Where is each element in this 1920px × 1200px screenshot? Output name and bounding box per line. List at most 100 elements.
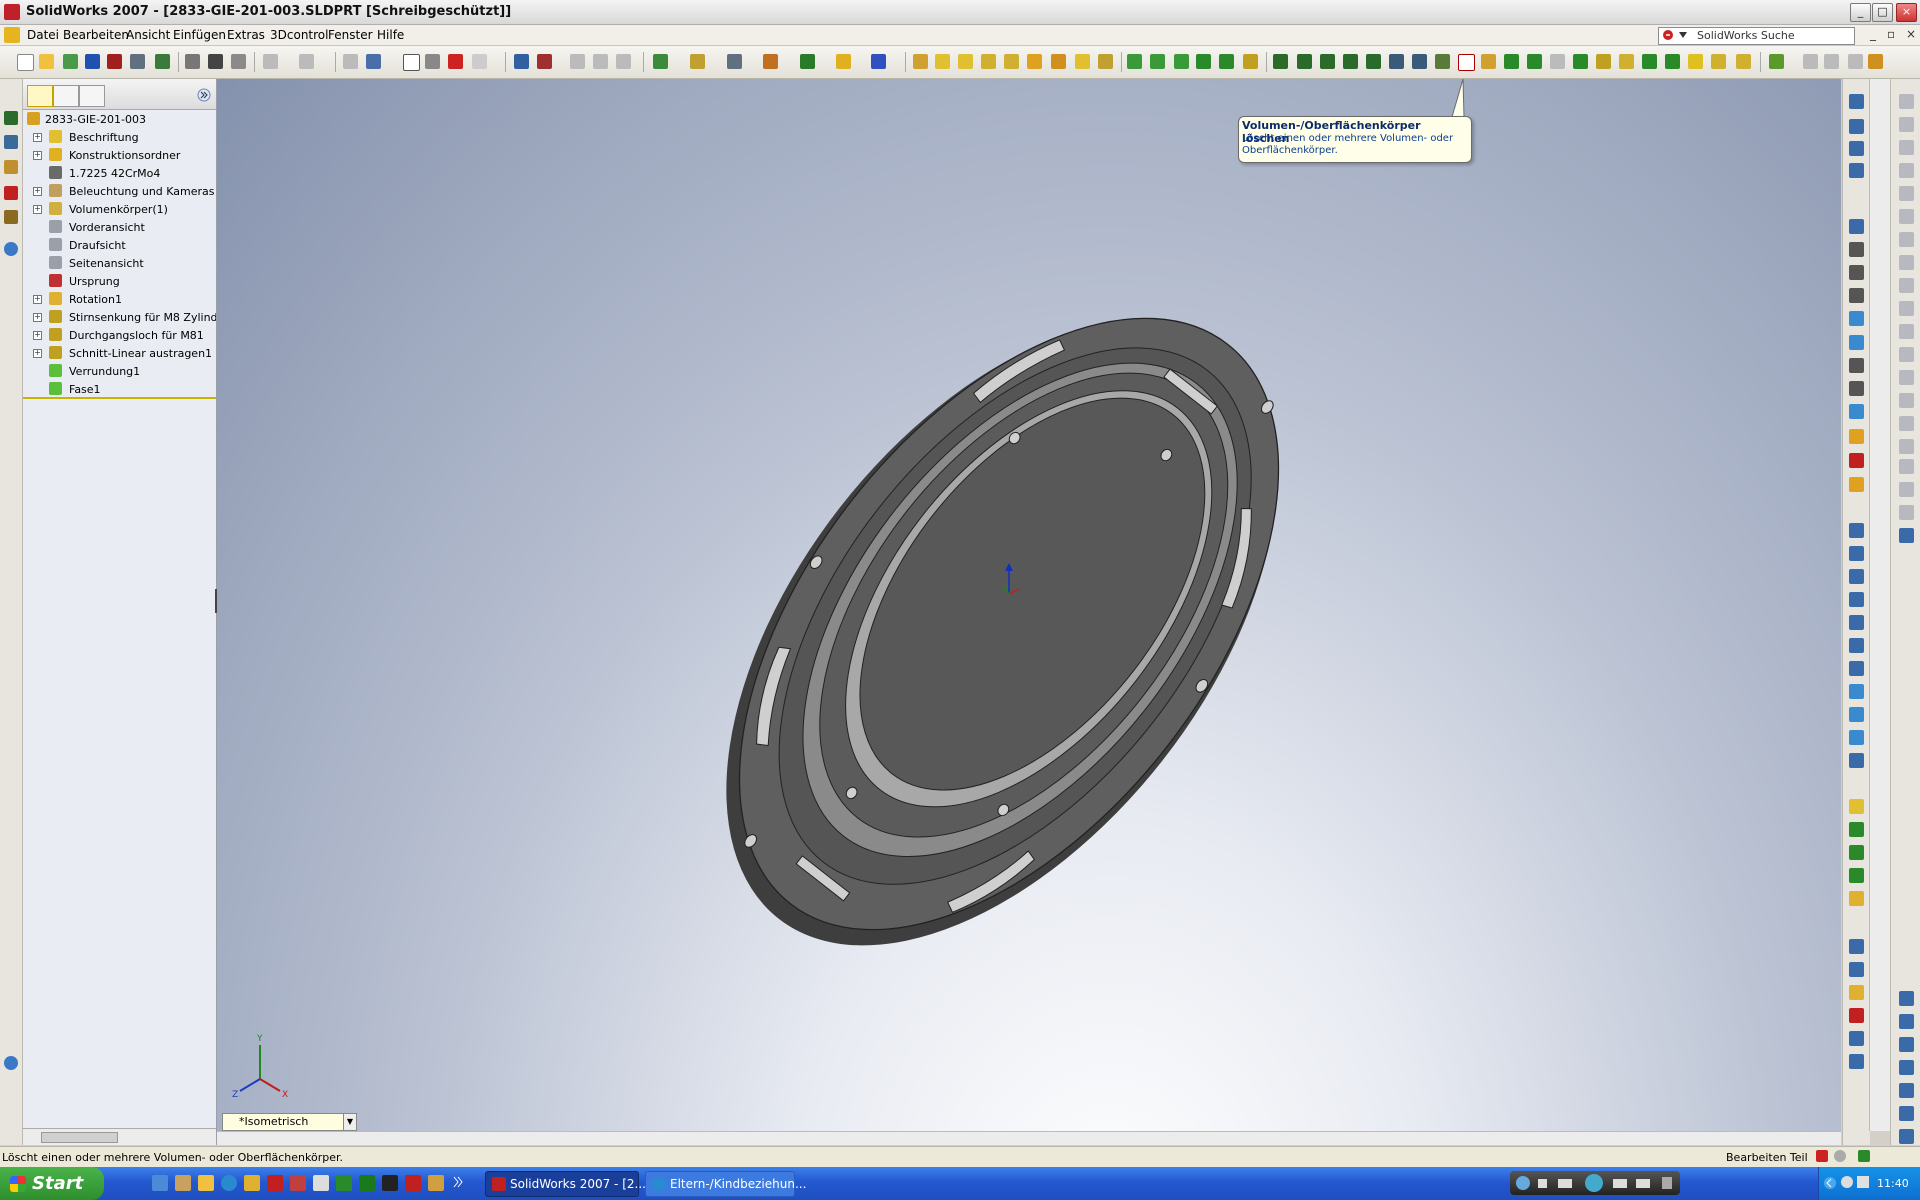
- sweep-icon[interactable]: [981, 54, 996, 69]
- scale-icon[interactable]: [1243, 54, 1258, 69]
- graphics-horizontal-scrollbar[interactable]: [217, 1131, 1841, 1145]
- sketch-tool-icon[interactable]: [1899, 278, 1914, 293]
- sketch-tool-icon[interactable]: [1899, 232, 1914, 247]
- sketch-tool-icon[interactable]: [1899, 1060, 1914, 1075]
- expand-toggle-icon[interactable]: +: [33, 187, 42, 196]
- dropdown-arrow-icon[interactable]: ▼: [343, 1113, 357, 1131]
- view-tool-icon[interactable]: [1849, 429, 1864, 444]
- view-tool-icon[interactable]: [1849, 288, 1864, 303]
- view-palette-icon[interactable]: [4, 210, 18, 224]
- sort-asc-icon[interactable]: [593, 54, 608, 69]
- view-tool-icon[interactable]: [1849, 569, 1864, 584]
- tab-configuration-manager[interactable]: [79, 85, 105, 107]
- open-icon[interactable]: [39, 54, 54, 69]
- quicklaunch-doc-icon[interactable]: [313, 1175, 329, 1191]
- view-tool-icon[interactable]: [1849, 684, 1864, 699]
- tree-item[interactable]: + Beschriftung: [23, 128, 216, 146]
- tree-item[interactable]: Fase1: [23, 380, 216, 398]
- stop-icon[interactable]: [1538, 1179, 1547, 1188]
- hide-show-icon[interactable]: [727, 54, 742, 69]
- start-button[interactable]: Start: [0, 1167, 104, 1200]
- table-pattern-icon[interactable]: [1389, 54, 1404, 69]
- restore-player-icon[interactable]: [1662, 1177, 1672, 1189]
- expand-toggle-icon[interactable]: +: [33, 313, 42, 322]
- home-icon[interactable]: [4, 111, 18, 125]
- menu-3dcontrol[interactable]: 3Dcontrol: [270, 28, 328, 42]
- expand-toggle-icon[interactable]: +: [33, 133, 42, 142]
- mirror-icon[interactable]: [1320, 54, 1335, 69]
- chevron-left-icon[interactable]: [1823, 1176, 1837, 1190]
- window-layout-icon[interactable]: [366, 54, 381, 69]
- flex-icon[interactable]: [1219, 54, 1234, 69]
- solidworks-app-icon[interactable]: [4, 4, 20, 20]
- circular-pattern-icon[interactable]: [1297, 54, 1312, 69]
- view-tool-icon[interactable]: [1849, 985, 1864, 1000]
- sketch-tool-icon[interactable]: [1899, 324, 1914, 339]
- tree-item[interactable]: + Beleuchtung und Kameras: [23, 182, 216, 200]
- view-tool-icon[interactable]: [1849, 119, 1864, 134]
- view-tool-icon[interactable]: [1849, 891, 1864, 906]
- expand-toggle-icon[interactable]: +: [33, 331, 42, 340]
- solidworks-menu-icon[interactable]: [4, 27, 20, 43]
- media-player-bar[interactable]: [1510, 1171, 1680, 1195]
- options-icon[interactable]: [130, 54, 145, 69]
- extrude-icon[interactable]: [935, 54, 950, 69]
- sketch-tool-icon[interactable]: [1899, 505, 1914, 520]
- axis-ref-icon[interactable]: [1848, 54, 1863, 69]
- tree-item[interactable]: + Schnitt-Linear austragen1: [23, 344, 216, 362]
- doc-restore-button[interactable]: ▫: [1887, 27, 1895, 41]
- quicklaunch-ie-icon[interactable]: [152, 1175, 168, 1191]
- view-tool-icon[interactable]: [1849, 453, 1864, 468]
- maximize-button[interactable]: □: [1872, 3, 1893, 22]
- graphics-area[interactable]: Y X Z *Isometrisch ▼: [217, 79, 1841, 1145]
- tree-item[interactable]: Seitenansicht: [23, 254, 216, 272]
- new-icon[interactable]: [17, 54, 34, 71]
- reference-icon[interactable]: [1803, 54, 1818, 69]
- redo-icon[interactable]: [299, 54, 314, 69]
- sketch-tool-icon[interactable]: [1899, 416, 1914, 431]
- render-icon[interactable]: [107, 54, 122, 69]
- quicklaunch-folder-icon[interactable]: [198, 1175, 214, 1191]
- indent-icon[interactable]: [1550, 54, 1565, 69]
- chamfer-icon[interactable]: [1051, 54, 1066, 69]
- view-tool-icon[interactable]: [1849, 163, 1864, 178]
- knit-icon[interactable]: [1642, 54, 1657, 69]
- fill-pattern-icon[interactable]: [1412, 54, 1427, 69]
- graphics-vertical-scrollbar[interactable]: [1869, 79, 1890, 1131]
- file-explorer-icon[interactable]: [4, 186, 18, 200]
- rollback-bar[interactable]: [23, 397, 216, 399]
- sketch-tool-icon[interactable]: [1899, 1014, 1914, 1029]
- tree-item[interactable]: Vorderansicht: [23, 218, 216, 236]
- quicklaunch-tools-icon[interactable]: [175, 1175, 191, 1191]
- menu-hilfe[interactable]: Hilfe: [377, 28, 404, 42]
- offset-surface-icon[interactable]: [1619, 54, 1634, 69]
- thicken-icon[interactable]: [1596, 54, 1611, 69]
- expand-toggle-icon[interactable]: +: [33, 205, 42, 214]
- menu-bearbeiten[interactable]: Bearbeiten: [63, 28, 129, 42]
- quicklaunch-browser-icon[interactable]: [221, 1175, 237, 1191]
- trim-surface-icon[interactable]: [1688, 54, 1703, 69]
- split-icon[interactable]: [1481, 54, 1496, 69]
- menu-datei[interactable]: Datei: [27, 28, 59, 42]
- print-preview-icon[interactable]: [231, 54, 246, 69]
- view-tool-icon[interactable]: [1849, 661, 1864, 676]
- tree-item[interactable]: + Rotation1: [23, 290, 216, 308]
- curve-pattern-icon[interactable]: [1343, 54, 1358, 69]
- expand-toggle-icon[interactable]: +: [33, 349, 42, 358]
- chevron-right-icon[interactable]: [452, 1175, 464, 1189]
- collapse-panel-icon[interactable]: [4, 1056, 18, 1070]
- volume-tray-icon[interactable]: [1857, 1176, 1869, 1188]
- traffic-light-icon[interactable]: [448, 54, 463, 69]
- intersect-icon[interactable]: [1527, 54, 1542, 69]
- display-style-icon[interactable]: [690, 54, 705, 69]
- rebuild-icon[interactable]: [155, 54, 170, 69]
- tree-item[interactable]: Verrundung1: [23, 362, 216, 380]
- view-tool-icon[interactable]: [1849, 730, 1864, 745]
- tab-feature-manager[interactable]: [27, 85, 53, 107]
- undo-icon[interactable]: [263, 54, 278, 69]
- sketch-tool-icon[interactable]: [1899, 393, 1914, 408]
- sketch-tool-icon[interactable]: [1899, 528, 1914, 543]
- tree-item[interactable]: Draufsicht: [23, 236, 216, 254]
- sketch-tool-icon[interactable]: [1899, 347, 1914, 362]
- deform-icon[interactable]: [1573, 54, 1588, 69]
